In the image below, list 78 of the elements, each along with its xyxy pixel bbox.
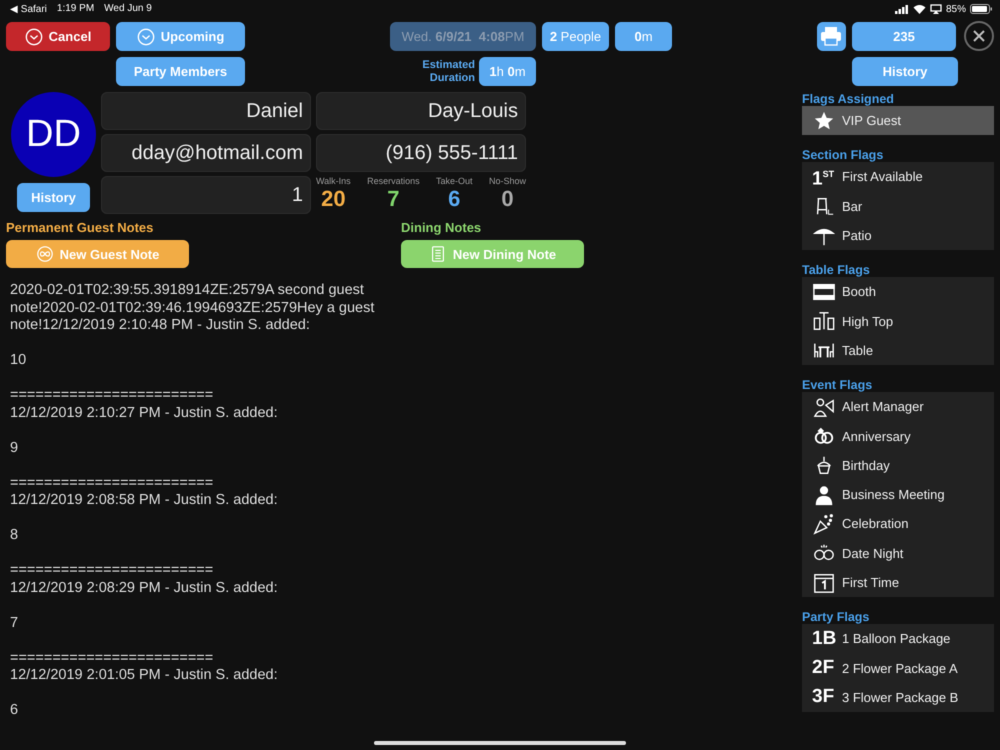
party-popper-icon	[812, 512, 836, 535]
avatar-initials: DD	[11, 92, 96, 177]
flag-item[interactable]: Anniversary	[842, 428, 911, 444]
flag-item[interactable]: Birthday	[842, 458, 890, 473]
stat-value: 7	[387, 186, 400, 212]
email-field[interactable]: dday@hotmail.com	[101, 134, 311, 172]
clock-time: 1:19 PM	[56, 3, 94, 15]
flag-item[interactable]: First Available	[842, 169, 923, 184]
infinity-circle-icon	[36, 245, 54, 263]
stat-label: No-Show	[488, 176, 526, 186]
high-table-icon	[812, 310, 836, 332]
flag-code: 1B	[812, 628, 836, 650]
back-link[interactable]: ◀ Safari	[10, 3, 47, 15]
note-text: 12/12/2019 2:01:05 PM - Justin S. added:	[10, 667, 279, 684]
note-text: 12/12/2019 2:10:27 PM - Justin S. added:	[10, 404, 279, 422]
note-separator: ========================	[10, 562, 214, 580]
stat-value: 0	[501, 186, 514, 212]
stat-label: Walk-Ins	[316, 176, 351, 186]
note-text: 2020-02-01T02:39:55.3918914ZE:2579A second guest note!2020-02-01T02:39:46.1994693ZE:2579Hey a guest note!12/12/2019 2:10:48 PM - Justin S. added:	[10, 282, 376, 334]
note-text: 9	[10, 440, 20, 457]
person-megaphone-icon	[812, 396, 836, 418]
printer-icon	[820, 26, 842, 46]
flag-code: 3F	[812, 686, 836, 708]
section-heading: Party Flags	[802, 610, 870, 624]
screen-icon	[930, 4, 942, 14]
calendar-icon	[812, 572, 836, 594]
flag-item[interactable]: Bar	[842, 198, 862, 214]
flag-item[interactable]: 1 Balloon Package	[842, 631, 950, 646]
flag-item[interactable]: Booth	[842, 284, 876, 300]
note-text: 12/12/2019 2:08:58 PM - Justin S. added:	[10, 492, 279, 510]
section-heading: Event Flags	[802, 378, 874, 392]
note-separator: ========================	[10, 387, 214, 404]
flag-item[interactable]: Table	[842, 342, 874, 358]
stat-label: Take-Out	[436, 176, 473, 186]
phone-field[interactable]: (916) 555-1111	[316, 134, 526, 172]
flag-item[interactable]: 3 Flower Package B	[842, 690, 958, 705]
flag-code: 2F	[812, 657, 836, 680]
section-heading: Permanent Guest Notes	[6, 220, 154, 235]
stat-value: 6	[448, 186, 460, 212]
section-heading: Dining Notes	[401, 220, 482, 235]
close-button[interactable]	[964, 21, 994, 51]
date-text: Wed Jun 9	[104, 3, 152, 15]
note-text: 12/12/2019 2:08:29 PM - Justin S. added:	[10, 580, 279, 597]
note-text: 10	[10, 352, 28, 370]
note-text: 8	[10, 527, 20, 544]
battery-percent: 85%	[946, 4, 966, 14]
flag-item[interactable]: Celebration	[842, 516, 908, 532]
chevron-circle-icon	[24, 28, 43, 46]
flag-item[interactable]: 2 Flower Package A	[842, 660, 958, 676]
close-icon	[972, 29, 986, 43]
note-text: 7	[10, 614, 20, 632]
wifi-icon	[912, 4, 926, 14]
signal-icon	[894, 4, 909, 14]
section-heading: Section Flags	[802, 148, 884, 162]
flag-item[interactable]: Date Night	[842, 546, 904, 561]
stat-label: Reservations	[367, 176, 420, 186]
section-heading: Flags Assigned	[802, 92, 895, 106]
note-separator: ========================	[10, 650, 214, 667]
flag-item[interactable]: Patio	[842, 228, 872, 244]
battery-icon	[970, 4, 992, 14]
flag-item[interactable]: Business Meeting	[842, 487, 945, 502]
section-heading: Table Flags	[802, 263, 871, 278]
note-separator: ========================	[10, 474, 214, 492]
flag-item[interactable]: High Top	[842, 314, 894, 329]
flag-item[interactable]: First Time	[842, 575, 900, 590]
number-field[interactable]: 1	[101, 176, 311, 214]
note-text: 6	[10, 702, 20, 720]
flag-item[interactable]: Alert Manager	[842, 399, 924, 414]
flag-code: 1$^{ST}$	[812, 168, 836, 191]
flag-item[interactable]: VIP Guest	[842, 113, 902, 128]
print-button[interactable]	[817, 22, 846, 50]
cancel-button[interactable]: Cancel	[6, 22, 110, 51]
stat-value: 20	[321, 186, 346, 212]
star-icon	[812, 110, 836, 132]
chevron-circle-icon	[136, 28, 155, 46]
first-name-field[interactable]: Daniel	[101, 92, 311, 130]
last-name-field[interactable]: Day-Louis	[316, 92, 526, 130]
duration-label: Estimated Duration	[421, 58, 475, 84]
